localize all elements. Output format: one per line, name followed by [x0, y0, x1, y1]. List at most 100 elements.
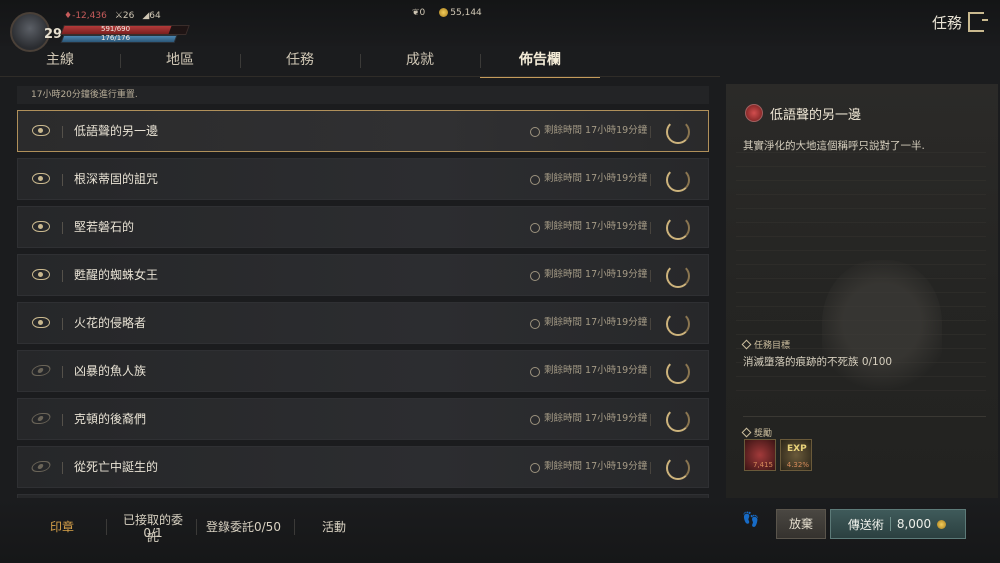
footprints-icon[interactable]: 👣: [742, 512, 759, 528]
row-divider: [62, 366, 63, 378]
clock-icon: [530, 463, 540, 473]
wing-icon: ❦: [412, 8, 420, 18]
diamond-icon: [741, 339, 752, 350]
quest-row[interactable]: 低語聲的另一邊 剩餘時間 17小時19分鐘: [17, 110, 709, 152]
clock-icon: [530, 367, 540, 377]
quest-name: 克頓的後裔們: [74, 412, 147, 426]
quest-row[interactable]: 從死亡中誕生的 剩餘時間 17小時19分鐘: [17, 446, 709, 488]
remaining-time: 剩餘時間 17小時19分鐘: [544, 461, 648, 472]
progress-ring-icon[interactable]: [666, 408, 690, 432]
progress-ring-icon[interactable]: [666, 216, 690, 240]
window-title: 任務: [931, 14, 962, 32]
claw-icon: [29, 365, 53, 376]
row-divider: [62, 462, 63, 474]
quest-row[interactable]: 根深蒂固的詛咒 剩餘時間 17小時19分鐘: [17, 158, 709, 200]
progress-ring-icon[interactable]: [666, 360, 690, 384]
row-divider: [62, 126, 63, 138]
activity-button[interactable]: 活動: [322, 518, 346, 535]
tab-main-story[interactable]: 主線: [0, 46, 120, 76]
eye-icon: [32, 269, 50, 280]
player-stats: ♦-12,436 ⚔26 ◢64: [64, 11, 161, 21]
progress-ring-icon[interactable]: [666, 456, 690, 480]
progress-ring-icon[interactable]: [666, 120, 690, 144]
row-divider: [62, 222, 63, 234]
reward-exp-percent: 4.32%: [786, 461, 809, 469]
eye-icon: [32, 317, 50, 328]
quest-row[interactable]: 甦醒的蜘蛛女王 剩餘時間 17小時19分鐘: [17, 254, 709, 296]
remaining-time: 剩餘時間 17小時19分鐘: [544, 221, 648, 232]
exit-icon[interactable]: [968, 12, 988, 32]
eye-icon: [32, 125, 50, 136]
row-divider: [62, 174, 63, 186]
quest-name: 從死亡中誕生的: [74, 460, 159, 474]
diamond-icon: [741, 427, 752, 438]
remaining-time: 剩餘時間 17小時19分鐘: [544, 269, 648, 280]
quest-row[interactable]: 堅若磐石的 剩餘時間 17小時19分鐘: [17, 206, 709, 248]
quest-emblem-icon: [745, 104, 763, 122]
objective-text: 消滅墮落的痕跡的不死族 0/100: [743, 356, 893, 368]
mp-text: 176/176: [101, 34, 131, 42]
tab-bulletin-board[interactable]: 佈告欄: [480, 46, 600, 78]
tab-divider: [0, 76, 720, 77]
exp-tag: EXP: [787, 444, 807, 454]
bottom-divider: [294, 519, 295, 535]
row-divider: [62, 270, 63, 282]
row-divider: [62, 414, 63, 426]
row-divider: [650, 366, 651, 378]
clock-icon: [530, 319, 540, 329]
bottom-divider: [196, 519, 197, 535]
progress-ring-icon[interactable]: [666, 168, 690, 192]
gold-amount: 55,144: [439, 8, 482, 18]
quest-name: 根深蒂固的詛咒: [74, 172, 159, 186]
detail-title: 低語聲的另一邊: [770, 108, 862, 123]
clock-icon: [530, 175, 540, 185]
quest-row[interactable]: 火花的侵略者 剩餘時間 17小時19分鐘: [17, 302, 709, 344]
currency-display: ❦0 55,144: [412, 8, 482, 18]
rewards-header: 獎勵: [741, 426, 772, 439]
stamp-button[interactable]: 印章: [50, 518, 74, 535]
reset-note: 17小時20分鐘後進行重置.: [17, 86, 709, 104]
accepted-requests-value: 0/1: [143, 526, 163, 540]
row-divider: [650, 126, 651, 138]
gold-coin-icon: [439, 8, 449, 17]
bottom-divider: [106, 519, 107, 535]
reward-red-orb-icon[interactable]: 7,415: [744, 439, 776, 471]
progress-ring-icon[interactable]: [666, 312, 690, 336]
progress-ring-icon[interactable]: [666, 264, 690, 288]
power-stat: ♦-12,436: [64, 11, 107, 21]
quest-name: 低語聲的另一邊: [74, 124, 159, 138]
tab-quests[interactable]: 任務: [240, 46, 360, 76]
claw-icon: [29, 413, 53, 424]
quest-name: 火花的侵略者: [74, 316, 147, 330]
teleport-label: 傳送術: [847, 517, 884, 532]
item-count: ❦0: [412, 8, 426, 18]
tab-bar: 主線 地區 任務 成就 佈告欄: [0, 46, 720, 78]
quest-detail-panel: 低語聲的另一邊 其實淨化的大地這個稱呼只說對了一半. 任務目標 消滅墮落的痕跡的…: [726, 84, 998, 498]
reward-amount: 7,415: [752, 461, 773, 469]
row-divider: [650, 222, 651, 234]
bulletin-quest-list[interactable]: 17小時20分鐘後進行重置. 低語聲的另一邊 剩餘時間 17小時19分鐘 根深蒂固的…: [17, 86, 709, 498]
monster-illustration: [822, 260, 942, 400]
tab-achievements[interactable]: 成就: [360, 46, 480, 76]
quest-row[interactable]: 凶暴的魚人族 剩餘時間 17小時19分鐘: [17, 350, 709, 392]
row-divider: [650, 270, 651, 282]
hp-text: 591/690: [101, 25, 131, 33]
abandon-button[interactable]: 放棄: [776, 509, 826, 539]
eye-icon: [32, 173, 50, 184]
tab-region[interactable]: 地區: [120, 46, 240, 76]
remaining-time: 剩餘時間 17小時19分鐘: [544, 365, 648, 376]
row-divider: [650, 318, 651, 330]
clock-icon: [530, 223, 540, 233]
teleport-divider: [889, 517, 891, 531]
claw-icon: [29, 461, 53, 472]
clock-icon: [530, 271, 540, 281]
teleport-button[interactable]: 傳送術 8,000: [830, 509, 966, 539]
row-divider: [650, 174, 651, 186]
clock-icon: [530, 415, 540, 425]
quest-name: 甦醒的蜘蛛女王: [74, 268, 159, 282]
remaining-time: 剩餘時間 17小時19分鐘: [544, 317, 648, 328]
eye-icon: [32, 221, 50, 232]
reward-exp-icon[interactable]: EXP 4.32%: [780, 439, 812, 471]
quest-row[interactable]: 克頓的後裔們 剩餘時間 17小時19分鐘: [17, 398, 709, 440]
registered-requests: 登錄委託0/50: [206, 520, 281, 534]
